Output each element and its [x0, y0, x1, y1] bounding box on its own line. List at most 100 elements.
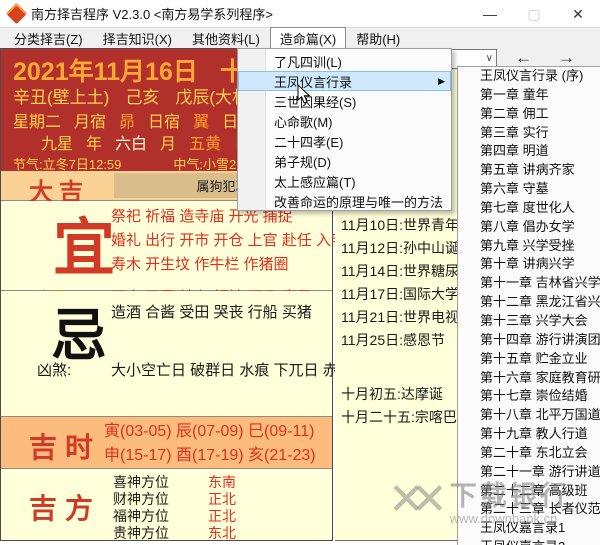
holiday-item: 十月二十五:宗喀巴诞辰: [341, 409, 457, 425]
header-field: 昴: [119, 114, 136, 131]
submenu-chapter-item[interactable]: 第七章 度世化人: [458, 199, 600, 218]
submenu-chapter-item[interactable]: 第十六章 家庭教育研究: [458, 369, 600, 388]
submenu-chapter-item[interactable]: 第十八章 北平万国道德: [458, 406, 600, 425]
lucky-hours-line: 寅(03-05) 辰(07-09) 巳(09-11): [104, 423, 315, 440]
inauspicious-line: 造酒 合酱 受田 哭丧 行船 买猪: [111, 304, 312, 321]
menubar-item[interactable]: 帮助(H): [346, 27, 410, 50]
dropdown-menu-item[interactable]: 改善命运的原理与唯一的方法 ▶: [238, 191, 451, 211]
header-field: 年: [86, 136, 103, 153]
lunar-holidays-list: 十月初五:达摩诞十月二十五:宗喀巴诞辰: [341, 383, 457, 429]
auspicious-section: 宜 祭祀 祈福 造寺庙 开光 捕捉 婚礼 出行 开市 开仓 上官 赴任 入宅 盖…: [1, 201, 399, 306]
submenu-chapter-item[interactable]: 第十二章 黑龙江省兴学: [458, 293, 600, 312]
menubar-item[interactable]: 造命篇(X): [269, 26, 347, 50]
dropdown-menu-item[interactable]: 太上感应篇(T) ▶: [238, 171, 451, 191]
submenu-chapter-item[interactable]: 第五章 讲病齐家: [458, 161, 600, 180]
holiday-item: 11月12日:孙中山诞辰: [341, 240, 458, 256]
dropdown-menu-item[interactable]: 二十四孝(E) ▶: [238, 131, 451, 151]
dropdown-menu-item-label: 三世因果经(S): [274, 94, 357, 110]
next-day-button[interactable]: →: [558, 48, 575, 68]
app-logo-icon: [5, 2, 28, 25]
header-field: 五黄: [189, 136, 222, 153]
auspicious-title: 宜: [53, 214, 116, 283]
holiday-item: 11月25日:感恩节: [341, 332, 445, 348]
lucky-directions-section: 吉方 喜神方位 东南 财神方位 正北 福神方位 正北 贵神方位 东北: [1, 469, 332, 541]
dropdown-menu-item-label: 改善命运的原理与唯一的方法: [274, 194, 444, 210]
header-field: 月: [160, 136, 177, 153]
solar-term-text: 节气:立冬7日12:59: [13, 157, 122, 171]
submenu-chapter-item[interactable]: 第二十章 东北立会: [458, 444, 600, 463]
previous-day-button[interactable]: ←: [515, 48, 532, 68]
maximize-button[interactable]: ▢: [512, 0, 556, 28]
ganzhi-text: 辛丑(壁上土): [13, 88, 110, 107]
chevron-down-icon[interactable]: ∨: [486, 53, 493, 64]
dropdown-menu-item-label: 太上感应篇(T): [274, 174, 356, 190]
solar-holidays-list: 11月10日:世界青年节 11月12日:孙中山诞辰 11月14日:世界糖尿病日 11月…: [341, 214, 458, 352]
lucky-directions-list: 喜神方位 东南 财神方位 正北 福神方位 正北 贵神方位 东北: [113, 472, 236, 541]
menubar-item[interactable]: 分类择吉(Z): [4, 27, 93, 50]
dropdown-menu-item[interactable]: 三世因果经(S) ▶: [238, 91, 451, 111]
header-field: 六白: [115, 136, 148, 153]
dropdown-menu-item[interactable]: 弟子规(D) ▶: [238, 151, 451, 171]
header-field: 九星: [41, 136, 74, 153]
lucky-directions-title: 吉方: [29, 493, 102, 524]
submenu-chapter-item[interactable]: 第二章 佣工: [458, 105, 600, 124]
submenu-chapter-item[interactable]: 王凤仪言行录 (序): [458, 67, 600, 86]
menu-bar: 分类择吉(Z) 择吉知识(X) 其他资料(L) 造命篇(X) 帮助(H): [0, 26, 600, 50]
dropdown-menu-item[interactable]: 心命歌(M) ▶: [238, 111, 451, 131]
holiday-item: 11月14日:世界糖尿病日: [341, 263, 458, 279]
direction-value: 东北: [208, 525, 236, 541]
title-bar: 南方择吉程序 V2.3.0 <南方易学系列程序> — ▢ ✕: [0, 0, 600, 28]
submenu-chapter-item[interactable]: 第十七章 崇俭结婚: [458, 387, 600, 406]
submenu-chapter-item[interactable]: 第二十一章 游行讲道: [458, 463, 600, 482]
direction-row: 福神方位 正北: [113, 506, 236, 524]
inauspicious-activities: 造酒 合酱 受田 哭丧 行船 买猪: [111, 301, 312, 325]
direction-name: 喜神方位: [113, 474, 169, 490]
dropdown-menu-item-label: 二十四孝(E): [274, 134, 344, 150]
direction-row: 贵神方位 东北: [113, 523, 236, 541]
submenu-chapter-item[interactable]: 王凤仪嘉言录1: [458, 519, 600, 538]
dropdown-menu-item-label: 了凡四训(L): [274, 54, 342, 70]
submenu-chapter-item[interactable]: 第八章 倡办女学: [458, 218, 600, 237]
lucky-hours-title: 吉时: [29, 432, 102, 463]
submenu-chapter-item[interactable]: 王凤仪嘉言录2: [458, 538, 600, 545]
submenu-chapter-item[interactable]: 第十章 讲病兴学: [458, 255, 600, 274]
zaoming-dropdown-menu: 了凡四训(L) ▶ 王凤仪言行录 ▶ 三世因果经(S) ▶ 心命歌(M) ▶ 二…: [237, 48, 452, 211]
lucky-hours-line: 申(15-17) 酉(17-19) 亥(21-23): [104, 447, 316, 464]
submenu-chapter-item[interactable]: 第二十二章 高级班: [458, 482, 600, 501]
submenu-chapter-item[interactable]: 第一章 童年: [458, 86, 600, 105]
evil-stars-value: 大小空亡日 破群日 水痕 下兀日 赤口日: [111, 362, 368, 379]
direction-row: 喜神方位 东南: [113, 472, 236, 490]
dropdown-menu-item[interactable]: 了凡四训(L) ▶: [238, 51, 451, 71]
dropdown-menu-item-label: 王凤仪言行录: [274, 74, 353, 90]
menubar-item[interactable]: 择吉知识(X): [93, 27, 182, 50]
direction-row: 财神方位 正北: [113, 489, 236, 507]
evil-stars-label: 凶煞:: [37, 362, 72, 379]
holiday-item: 11月17日:国际大学生节: [341, 286, 458, 302]
inauspicious-section: 忌 造酒 合酱 受田 哭丧 行船 买猪 凶煞: 大小空亡日 破群日 水痕 下兀日…: [1, 291, 368, 417]
holiday-item: 十月初五:达摩诞: [341, 386, 443, 402]
submenu-chapter-item[interactable]: 第九章 兴学受挫: [458, 237, 600, 256]
dropdown-menu-item-label: 心命歌(M): [274, 114, 333, 130]
direction-name: 财神方位: [113, 491, 169, 507]
window-title: 南方择吉程序 V2.3.0 <南方易学系列程序>: [31, 7, 273, 22]
submenu-chapter-item[interactable]: 第十三章 兴学大会: [458, 312, 600, 331]
submenu-arrow-icon: ▶: [438, 75, 445, 86]
submenu-chapter-item[interactable]: 第十九章 教人行道: [458, 425, 600, 444]
close-button[interactable]: ✕: [556, 0, 600, 28]
submenu-chapter-item[interactable]: 第六章 守墓: [458, 180, 600, 199]
submenu-chapter-item[interactable]: 第二十三章 长者仪范: [458, 500, 600, 519]
minimize-button[interactable]: —: [468, 0, 512, 28]
header-field: 日宿: [148, 114, 181, 131]
lucky-hours-list: 寅(03-05) 辰(07-09) 巳(09-11) 申(15-17) 酉(17-…: [104, 420, 316, 468]
holiday-item: 11月10日:世界青年节: [341, 217, 458, 233]
submenu-chapter-item[interactable]: 第三章 实行: [458, 124, 600, 143]
header-field: 月宿: [74, 114, 107, 131]
submenu-chapter-item[interactable]: 第十一章 吉林省兴学: [458, 274, 600, 293]
submenu-chapter-item[interactable]: 第十四章 游行讲演团: [458, 331, 600, 350]
holiday-item: 11月21日:世界电视日: [341, 309, 458, 325]
dropdown-menu-item[interactable]: 王凤仪言行录 ▶: [238, 71, 451, 91]
direction-name: 贵神方位: [113, 525, 169, 541]
submenu-chapter-item[interactable]: 第十五章 贮金立业: [458, 350, 600, 369]
submenu-chapter-item[interactable]: 第四章 明道: [458, 142, 600, 161]
menubar-item[interactable]: 其他资料(L): [182, 27, 270, 50]
